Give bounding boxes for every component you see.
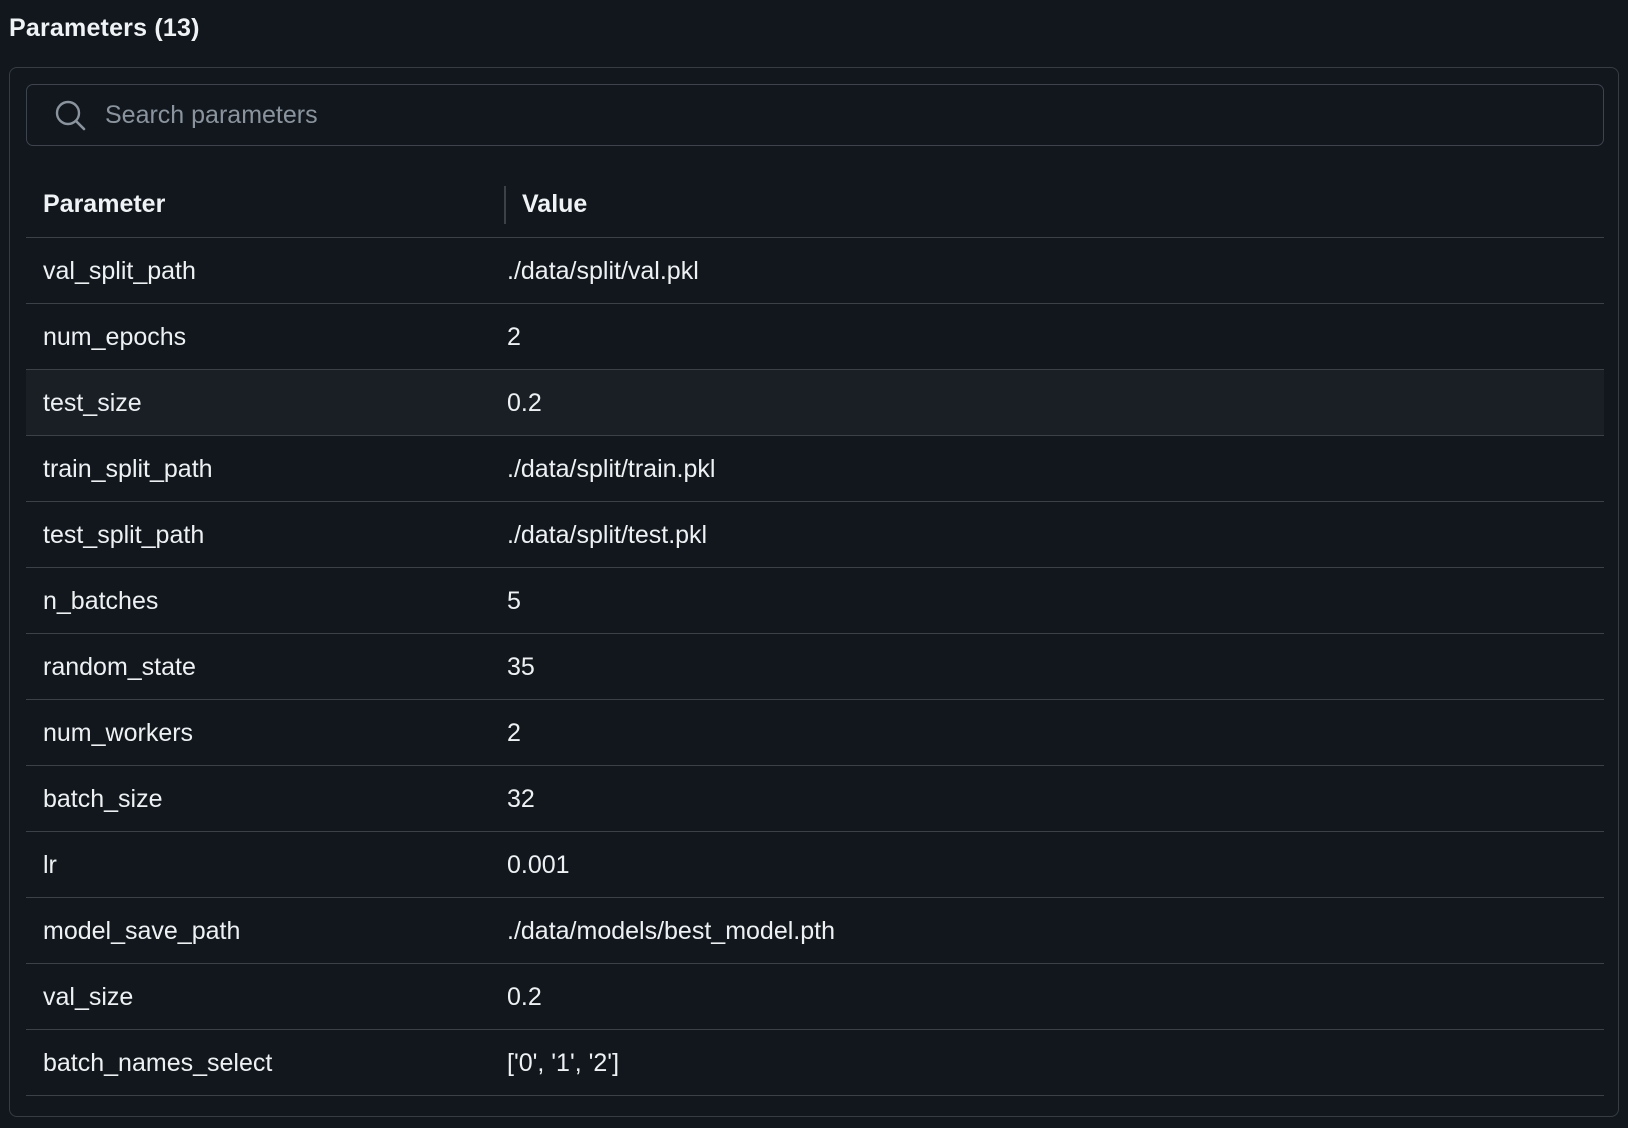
search-input[interactable] <box>105 100 1505 130</box>
table-row[interactable]: lr 0.001 <box>26 832 1604 898</box>
parameter-value: ./data/models/best_model.pth <box>507 917 835 945</box>
column-header-value[interactable]: Value <box>522 190 587 219</box>
table-row[interactable]: test_size 0.2 <box>26 370 1604 436</box>
parameter-value: ['0', '1', '2'] <box>507 1049 620 1077</box>
parameter-value: 0.001 <box>507 851 570 879</box>
parameter-name: batch_size <box>43 785 163 813</box>
parameter-name: test_split_path <box>43 521 205 549</box>
table-row[interactable]: batch_size 32 <box>26 766 1604 832</box>
parameter-value: ./data/split/train.pkl <box>507 455 716 483</box>
parameter-name: num_workers <box>43 719 194 747</box>
search-icon <box>53 98 87 132</box>
parameter-name: val_split_path <box>43 257 196 285</box>
parameter-name: n_batches <box>43 587 159 615</box>
parameter-value: 5 <box>507 587 521 615</box>
table-row[interactable]: val_size 0.2 <box>26 964 1604 1030</box>
table-header: Parameter Value <box>26 172 1604 238</box>
table-row[interactable]: random_state 35 <box>26 634 1604 700</box>
parameter-value: 32 <box>507 785 535 813</box>
parameter-name: random_state <box>43 653 196 681</box>
page-title: Parameters (13) <box>9 14 200 42</box>
table-body: val_split_path ./data/split/val.pkl num_ep… <box>26 238 1604 1096</box>
column-header-parameter[interactable]: Parameter <box>43 190 165 219</box>
parameter-name: train_split_path <box>43 455 213 483</box>
parameter-name: lr <box>43 851 57 879</box>
parameters-table: Parameter Value val_split_path ./data/spl… <box>26 172 1604 1096</box>
parameter-value: 0.2 <box>507 389 542 417</box>
table-row[interactable]: train_split_path ./data/split/train.pkl <box>26 436 1604 502</box>
table-row[interactable]: test_split_path ./data/split/test.pkl <box>26 502 1604 568</box>
parameter-name: val_size <box>43 983 134 1011</box>
column-resize-handle[interactable] <box>504 186 506 224</box>
parameters-panel: Parameter Value val_split_path ./data/spl… <box>9 67 1619 1117</box>
parameter-name: batch_names_select <box>43 1049 273 1077</box>
table-row[interactable]: model_save_path ./data/models/best_model.… <box>26 898 1604 964</box>
parameter-value: ./data/split/val.pkl <box>507 257 699 285</box>
search-box[interactable] <box>26 84 1604 146</box>
table-row[interactable]: n_batches 5 <box>26 568 1604 634</box>
parameter-value: 2 <box>507 719 521 747</box>
parameter-name: model_save_path <box>43 917 241 945</box>
table-row[interactable]: num_workers 2 <box>26 700 1604 766</box>
table-row[interactable]: batch_names_select ['0', '1', '2'] <box>26 1030 1604 1096</box>
parameter-name: test_size <box>43 389 142 417</box>
parameter-value: 0.2 <box>507 983 542 1011</box>
parameter-name: num_epochs <box>43 323 187 351</box>
table-row[interactable]: val_split_path ./data/split/val.pkl <box>26 238 1604 304</box>
parameter-value: 35 <box>507 653 535 681</box>
table-row[interactable]: num_epochs 2 <box>26 304 1604 370</box>
parameter-value: 2 <box>507 323 521 351</box>
parameter-value: ./data/split/test.pkl <box>507 521 708 549</box>
